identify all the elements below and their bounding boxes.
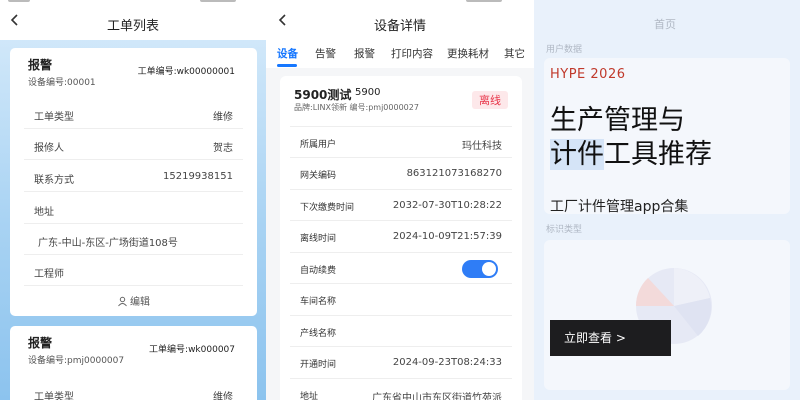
page-title: 设备详情 (373, 19, 426, 34)
ad-headline-line1: 生产管理与 (550, 105, 685, 136)
user-icon (118, 296, 127, 307)
detail-label: 所属用户 (300, 140, 337, 150)
ad-headline-line2: 计件工具推荐 (550, 138, 712, 172)
detail-value: 玛仕科技 (462, 141, 502, 152)
detail-value: 2024-09-23T08:24:33 (392, 357, 502, 368)
detail-label: 产线名称 (300, 329, 337, 339)
page-title: 工单列表 (106, 19, 159, 34)
order-card-header: 报警 设备编号:pmj0000007 (28, 334, 124, 366)
field-row: 工单类型 维修 (24, 378, 243, 400)
ad-subtitle: 工厂计件管理app合集 (550, 199, 689, 215)
detail-label: 下次缴费时间 (300, 203, 355, 213)
detail-row: 开通时间 2024-09-23T08:24:33 (290, 346, 512, 377)
detail-row: 车间名称 (290, 283, 512, 314)
field-row: 工单类型 维修 (24, 98, 243, 129)
device-code: 5900 (355, 87, 381, 98)
order-title: 报警 (28, 336, 53, 350)
tab-warning[interactable]: 告警 (315, 46, 336, 61)
edit-label: 编辑 (130, 297, 150, 308)
detail-value: 广东省中山市东区街道竹苑派 (372, 393, 502, 400)
section-title-user-data: 用户数据 (546, 45, 583, 55)
detail-row: 产线名称 (290, 315, 512, 346)
field-label: 联系方式 (34, 175, 74, 186)
address-value: 广东-中山-东区-广场街道108号 (38, 238, 178, 249)
device-name: 5900测试 (294, 88, 352, 102)
auto-renew-toggle[interactable] (462, 260, 498, 278)
tab-consumables[interactable]: 更换耗材 (447, 46, 489, 61)
edit-button[interactable]: 编辑 (10, 293, 257, 308)
ad-headline-rest: 工具推荐 (604, 139, 712, 170)
detail-label: 离线时间 (300, 234, 337, 244)
order-list-screen: 工单列表 报警 设备编号:00001 工单编号:wk00000001 工单类型 … (0, 0, 266, 400)
order-number: 工单编号:wk00000001 (137, 67, 235, 77)
nav-bar: 设备详情 (266, 0, 534, 40)
detail-label: 网关编码 (300, 171, 337, 181)
device-number: 设备编号:00001 (28, 78, 96, 88)
field-label: 工程师 (34, 269, 64, 280)
detail-row: 地址 广东省中山市东区街道竹苑派 (290, 378, 512, 400)
detail-row: 自动续费 (290, 252, 512, 283)
order-card[interactable]: 报警 设备编号:00001 工单编号:wk00000001 工单类型 维修 报修… (10, 48, 257, 316)
detail-label: 车间名称 (300, 297, 337, 307)
field-label: 报修人 (34, 143, 64, 154)
order-card-header: 报警 设备编号:00001 (28, 56, 96, 88)
field-row: 工程师 (24, 255, 243, 286)
order-number: 工单编号:wk000007 (149, 345, 235, 355)
status-badge: 离线 (472, 91, 508, 109)
field-label: 工单类型 (34, 112, 74, 123)
nav-bar: 工单列表 (0, 0, 266, 40)
tab-device[interactable]: 设备 (277, 46, 298, 61)
home-title: 首页 (654, 18, 676, 31)
address-row: 广东-中山-东区-广场街道108号 (24, 224, 243, 255)
ad-headline: 生产管理与 计件工具推荐 (550, 104, 712, 172)
detail-row: 网关编码 863121073168270 (290, 157, 512, 188)
active-tab-indicator (277, 64, 297, 67)
field-label: 地址 (34, 207, 54, 218)
status-bar-fragment (466, 0, 502, 2)
detail-value: 2024-10-09T21:57:39 (392, 231, 502, 242)
ad-brand: HYPE 2026 (550, 67, 626, 82)
device-detail-screen: 设备详情 设备 告警 报警 打印内容 更换耗材 其它 5900测试 5900 品… (266, 0, 534, 400)
tab-alarm[interactable]: 报警 (354, 46, 375, 61)
field-label: 工单类型 (34, 392, 74, 400)
field-value: 15219938151 (163, 171, 233, 182)
status-bar-fragment (200, 0, 236, 2)
field-row: 联系方式 15219938151 (24, 161, 243, 192)
status-bar-fragment (8, 0, 30, 2)
detail-row: 所属用户 玛仕科技 (290, 126, 512, 157)
tab-print-content[interactable]: 打印内容 (391, 46, 433, 61)
order-card[interactable]: 报警 设备编号:pmj0000007 工单编号:wk000007 工单类型 维修 (10, 326, 257, 400)
field-value: 维修 (213, 112, 233, 123)
detail-value: 2032-07-30T10:28:22 (392, 200, 502, 211)
tab-bar: 设备 告警 报警 打印内容 更换耗材 其它 (266, 40, 534, 68)
field-value: 维修 (213, 392, 233, 400)
detail-value: 863121073168270 (406, 168, 502, 179)
detail-label: 地址 (300, 392, 319, 400)
view-now-button[interactable]: 立即查看 > (550, 320, 671, 356)
field-row: 地址 (24, 193, 243, 224)
detail-label: 开通时间 (300, 360, 337, 370)
order-title: 报警 (28, 58, 53, 72)
ad-headline-highlight: 计件 (550, 139, 604, 170)
device-brand-number: 品牌:LINX领新 编号:pmj0000027 (294, 103, 419, 112)
field-value: 贺志 (213, 143, 233, 154)
promo-ad[interactable]: HYPE 2026 生产管理与 计件工具推荐 工厂计件管理app合集 立即查看 … (544, 58, 784, 364)
device-card: 5900测试 5900 品牌:LINX领新 编号:pmj0000027 离线 所… (280, 76, 522, 400)
detail-row: 下次缴费时间 2032-07-30T10:28:22 (290, 189, 512, 220)
detail-row: 离线时间 2024-10-09T21:57:39 (290, 220, 512, 251)
field-row: 报修人 贺志 (24, 129, 243, 160)
device-number: 设备编号:pmj0000007 (28, 356, 125, 366)
home-screen: 首页 用户数据 标识类型 HYPE 2026 生产管理与 计件工具推荐 工厂计件… (534, 0, 800, 400)
tab-other[interactable]: 其它 (504, 46, 525, 61)
detail-label: 自动续费 (300, 266, 337, 276)
toggle-knob (482, 262, 496, 276)
